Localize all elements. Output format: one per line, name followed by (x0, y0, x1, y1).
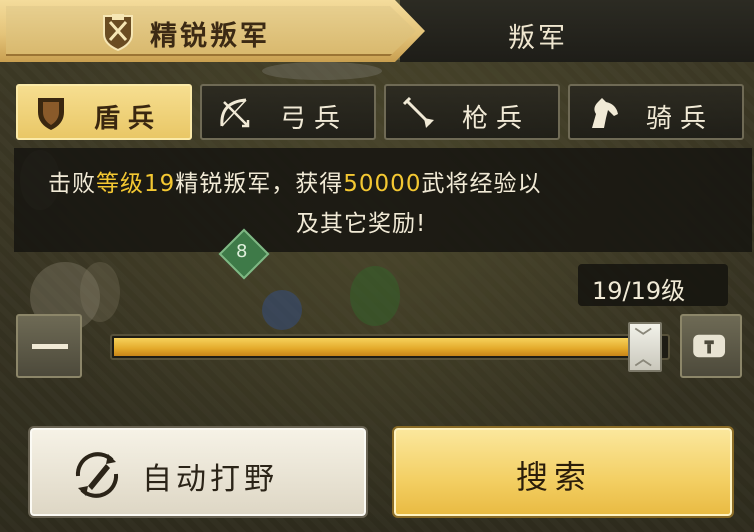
tab-archers[interactable]: 弓兵 (200, 84, 376, 140)
tab-elite-rebels-label: 精锐叛军 (150, 21, 270, 52)
level-slider-fill (114, 338, 650, 356)
map-marker-number: 8 (236, 241, 248, 262)
tab-cavalry[interactable]: 骑兵 (568, 84, 744, 140)
level-slider-track[interactable] (110, 334, 670, 360)
tab-shield-label: 盾兵 (94, 104, 163, 134)
tab-rebels[interactable]: 叛军 (400, 0, 754, 62)
tab-spearmen[interactable]: 枪兵 (384, 84, 560, 140)
minus-icon (32, 344, 68, 349)
tab-archers-label: 弓兵 (280, 104, 349, 134)
tab-elite-rebels[interactable]: 精锐叛军 (0, 0, 425, 62)
search-button[interactable]: 搜索 (394, 428, 732, 516)
auto-hunt-label: 自动打野 (142, 462, 278, 497)
level-slider-handle[interactable] (628, 322, 662, 372)
search-label: 搜索 (516, 458, 593, 496)
reward-info-panel: 击败等级19精锐叛军，获得50000武将经验以 及其它奖励! (14, 148, 752, 252)
reward-text-line1: 击败等级19精锐叛军，获得50000武将经验以 (48, 171, 542, 197)
level-display: 19/19级 (578, 264, 728, 306)
target-level: 等级19 (96, 171, 176, 197)
tab-spearmen-label: 枪兵 (462, 104, 531, 134)
decrease-level-button[interactable] (16, 314, 82, 378)
grip-icon (634, 327, 652, 367)
crest-icon (103, 14, 133, 52)
bow-icon (220, 98, 250, 128)
exp-amount: 50000 (343, 171, 422, 197)
auto-hunt-icon (75, 452, 119, 498)
faction-tabs: 叛军 精锐叛军 (0, 0, 754, 62)
tab-cavalry-label: 骑兵 (646, 104, 715, 134)
spear-icon (402, 96, 434, 128)
auto-hunt-button[interactable]: 自动打野 (30, 428, 366, 516)
horse-icon (592, 98, 618, 128)
tab-rebels-label: 叛军 (508, 23, 568, 54)
tab-shield-troops[interactable]: 盾兵 (16, 84, 192, 140)
reward-text-line2: 及其它奖励! (296, 211, 427, 237)
shield-icon (38, 98, 64, 130)
max-level-button[interactable] (680, 314, 742, 378)
level-value: 19/19级 (592, 277, 686, 305)
max-icon (693, 334, 726, 358)
